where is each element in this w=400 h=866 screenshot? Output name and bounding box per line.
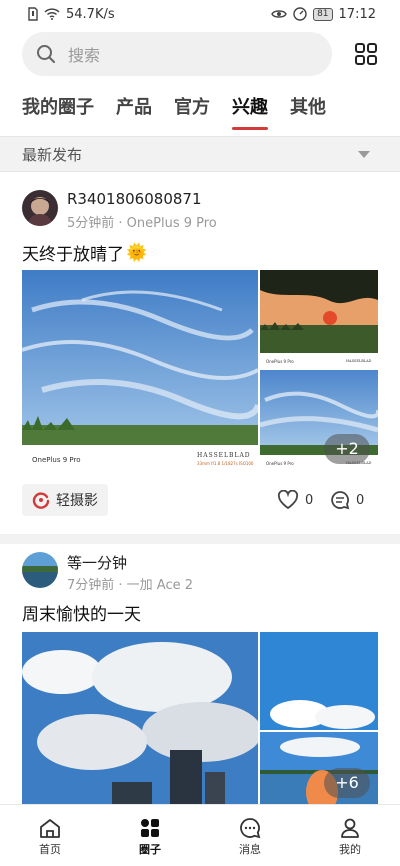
profile-icon: [341, 818, 359, 838]
post-text-content: 天终于放晴了: [22, 245, 124, 265]
like-button[interactable]: 0: [277, 490, 313, 510]
post-meta: 5分钟前 · OnePlus 9 Pro: [67, 216, 217, 231]
tab-products[interactable]: 产品: [116, 90, 152, 130]
nav-circles[interactable]: 圈子: [100, 805, 200, 866]
post-text: 周末愉快的一天: [22, 600, 141, 625]
watermark-model: OnePlus 9 Pro: [266, 359, 294, 364]
network-speed: 54.7K/s: [66, 6, 115, 22]
chevron-down-icon[interactable]: [358, 150, 370, 158]
nav-label: 首页: [39, 843, 61, 856]
author-name[interactable]: 等一分钟: [67, 552, 127, 573]
watermark-brand: HASSELBLAD: [346, 359, 372, 363]
nav-label: 消息: [239, 843, 261, 856]
nav-label: 圈子: [139, 843, 161, 856]
post-meta: 7分钟前 · 一加 Ace 2: [67, 578, 194, 593]
photo-main[interactable]: [22, 632, 258, 804]
nav-profile[interactable]: 我的: [300, 805, 400, 866]
watermark-model: OnePlus 9 Pro: [266, 461, 294, 466]
more-photos-badge[interactable]: +2: [324, 434, 370, 464]
status-right: 81 17:12: [271, 7, 376, 22]
search-icon: [37, 45, 55, 63]
tab-official[interactable]: 官方: [174, 90, 210, 130]
eye-icon: [271, 10, 287, 18]
bottom-nav: 首页 圈子 消息 我的: [0, 804, 400, 866]
status-left: 54.7K/s: [28, 7, 115, 22]
watermark-specs: 33mm f/1.8 1/1827s ISO100: [197, 461, 254, 466]
post-card[interactable]: R3401806080871 5分钟前 · OnePlus 9 Pro 天终于放…: [0, 190, 400, 532]
category-tabs: 我的圈子 产品 官方 兴趣 其他: [0, 90, 400, 136]
post-divider: [0, 534, 400, 544]
search-row: 搜索: [0, 32, 400, 78]
message-icon: [240, 818, 261, 839]
avatar[interactable]: [22, 190, 58, 226]
tab-interests[interactable]: 兴趣: [232, 90, 268, 130]
comment-icon: [331, 491, 350, 510]
sort-filter[interactable]: 最新发布: [0, 136, 400, 172]
tag-label: 轻摄影: [56, 493, 98, 509]
photo-grid: +6: [22, 632, 378, 804]
comment-button[interactable]: 0: [330, 490, 364, 510]
sort-label: 最新发布: [22, 145, 83, 164]
sun-emoji: 🌞: [126, 242, 148, 263]
watermark-brand: HASSELBLAD: [197, 452, 251, 459]
home-icon: [40, 819, 60, 838]
post-text-content: 周末愉快的一天: [22, 605, 141, 625]
circles-icon: [141, 819, 159, 837]
nav-label: 我的: [339, 843, 361, 856]
watermark-model: OnePlus 9 Pro: [32, 456, 81, 464]
photo-clouds[interactable]: [260, 632, 378, 730]
comment-count: 0: [356, 492, 365, 508]
author-name[interactable]: R3401806080871: [67, 190, 202, 208]
clock: 17:12: [338, 6, 376, 22]
grid-icon[interactable]: [354, 42, 378, 66]
search-placeholder: 搜索: [68, 46, 101, 65]
more-photos-badge[interactable]: +6: [324, 768, 370, 798]
camera-ring-icon: [32, 492, 50, 509]
post-card[interactable]: 等一分钟 7分钟前 · 一加 Ace 2 周末愉快的一天 +6: [0, 552, 400, 804]
nav-messages[interactable]: 消息: [200, 805, 300, 866]
avatar[interactable]: [22, 552, 58, 588]
gauge-icon: [293, 7, 307, 21]
status-bar: 54.7K/s 81 17:12: [0, 0, 400, 28]
nav-home[interactable]: 首页: [0, 805, 100, 866]
wifi-icon: [44, 8, 60, 20]
heart-icon: [277, 490, 299, 510]
search-input[interactable]: 搜索: [22, 32, 332, 76]
tab-other[interactable]: 其他: [290, 90, 326, 130]
photo-sky[interactable]: OnePlus 9 Pro HASSELBLAD +2: [260, 370, 378, 470]
photo-grid: OnePlus 9 Pro HASSELBLAD 33mm f/1.8 1/18…: [22, 270, 378, 470]
sim-icon: [28, 7, 38, 21]
tag-chip[interactable]: 轻摄影: [22, 484, 108, 516]
photo-sunset[interactable]: OnePlus 9 Pro HASSELBLAD: [260, 270, 378, 368]
photo-lake[interactable]: +6: [260, 732, 378, 804]
tab-my-circles[interactable]: 我的圈子: [22, 90, 94, 130]
battery-indicator: 81: [313, 7, 333, 21]
like-count: 0: [305, 492, 314, 508]
post-text: 天终于放晴了 🌞: [22, 240, 148, 266]
photo-main[interactable]: OnePlus 9 Pro HASSELBLAD 33mm f/1.8 1/18…: [22, 270, 258, 470]
